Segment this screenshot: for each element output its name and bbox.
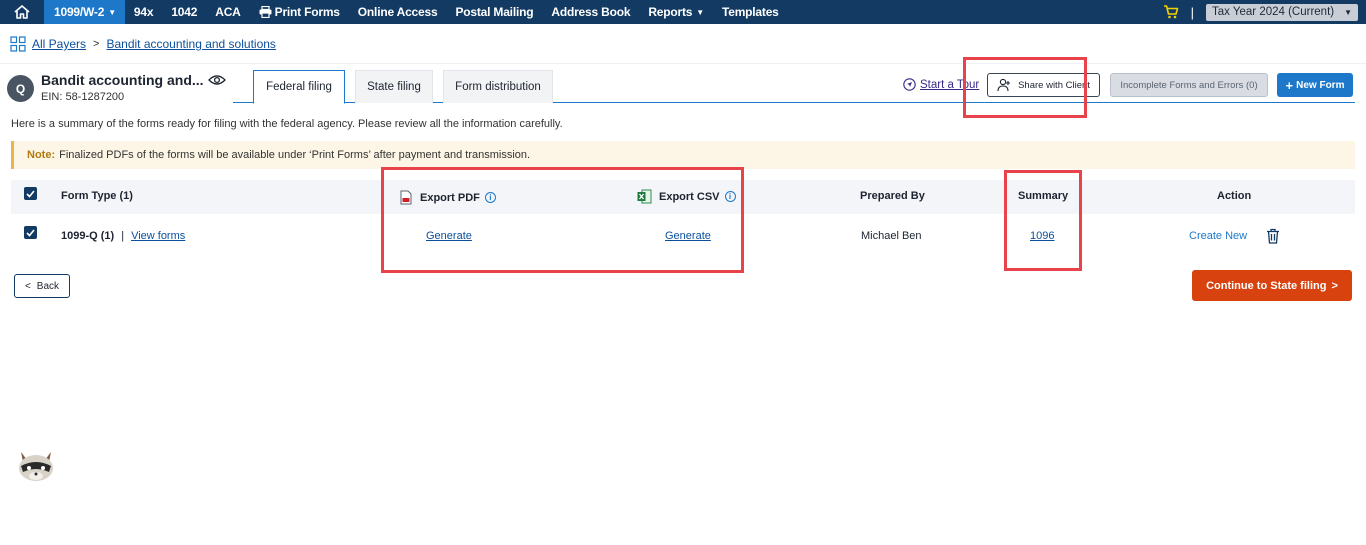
check-icon (26, 228, 35, 237)
chevron-down-icon: ▼ (696, 7, 704, 17)
nav-separator: | (1190, 4, 1194, 20)
mascot-raccoon-icon[interactable] (16, 444, 56, 484)
nav-94x[interactable]: 94x (125, 0, 162, 24)
chevron-left-icon: < (24, 280, 31, 292)
payer-ein: EIN: 58-1287200 (41, 91, 125, 103)
select-all-checkbox[interactable] (24, 187, 37, 200)
cart-icon[interactable] (1163, 5, 1179, 19)
breadcrumb-all-payers[interactable]: All Payers (32, 37, 86, 51)
nav-1042[interactable]: 1042 (162, 0, 206, 24)
new-form-button[interactable]: + New Form (1277, 73, 1353, 97)
note-banner: Note: Finalized PDFs of the forms will b… (11, 141, 1355, 169)
top-navigation: 1099/W-2 ▼ 94x 1042 ACA Print Forms Onlin… (0, 0, 1366, 24)
chevron-down-icon: ▼ (1344, 7, 1352, 17)
trash-icon[interactable] (1266, 228, 1280, 244)
nav-print-forms[interactable]: Print Forms (250, 0, 349, 24)
continue-state-filing-button[interactable]: Continue to State filing > (1192, 270, 1352, 301)
view-forms-link[interactable]: View forms (131, 230, 185, 242)
row-divider: | (121, 230, 125, 242)
eye-icon[interactable] (208, 73, 226, 87)
excel-icon (637, 189, 652, 204)
back-button[interactable]: < Back (14, 274, 70, 298)
printer-icon (259, 6, 272, 18)
chevron-right-icon: > (1331, 279, 1338, 292)
plus-icon: + (1285, 77, 1294, 93)
note-text: Finalized PDFs of the forms will be avai… (59, 149, 531, 161)
nav-online-access[interactable]: Online Access (349, 0, 447, 24)
tab-form-distribution[interactable]: Form distribution (443, 70, 553, 103)
summary-description: Here is a summary of the forms ready for… (11, 118, 563, 130)
payer-name: Bandit accounting and... (41, 72, 204, 88)
create-new-link[interactable]: Create New (1189, 230, 1247, 242)
summary-1096-link[interactable]: 1096 (1030, 230, 1054, 242)
table-row: 1099-Q (1) | View forms (61, 230, 185, 242)
pdf-icon (400, 190, 412, 205)
nav-templates[interactable]: Templates (713, 0, 788, 24)
form-type-value: 1099-Q (1) (61, 230, 115, 242)
start-tour-link[interactable]: Start a Tour (903, 78, 979, 91)
chevron-down-icon: ▼ (108, 7, 116, 17)
note-label: Note: (27, 149, 56, 161)
tab-federal-filing[interactable]: Federal filing (253, 70, 345, 104)
check-icon (26, 189, 35, 198)
incomplete-forms-button[interactable]: Incomplete Forms and Errors (0) (1110, 73, 1268, 97)
chevron-right-icon: > (93, 38, 100, 50)
navigation-icon (903, 78, 916, 91)
header-prepared-by: Prepared By (860, 190, 925, 202)
nav-postal-mailing[interactable]: Postal Mailing (446, 0, 542, 24)
home-icon (14, 5, 30, 19)
nav-reports[interactable]: Reports ▼ (639, 0, 713, 24)
divider (0, 63, 1366, 64)
tab-state-filing[interactable]: State filing (355, 70, 433, 103)
generate-pdf-link[interactable]: Generate (426, 230, 472, 242)
users-icon (997, 78, 1011, 92)
header-export-pdf: Export PDF i (400, 190, 496, 205)
generate-csv-link[interactable]: Generate (665, 230, 711, 242)
grid-icon (10, 36, 26, 52)
header-export-csv: Export CSV i (637, 189, 736, 204)
tax-year-select[interactable]: Tax Year 2024 (Current) ▼ (1206, 3, 1358, 21)
share-with-client-button[interactable]: Share with Client (987, 73, 1100, 97)
header-summary: Summary (1018, 190, 1069, 202)
nav-aca[interactable]: ACA (206, 0, 249, 24)
home-button[interactable] (0, 0, 44, 24)
info-icon[interactable]: i (724, 191, 736, 202)
info-icon[interactable]: i (484, 192, 496, 203)
breadcrumb-payer[interactable]: Bandit accounting and solutions (106, 37, 275, 51)
header-action: Action (1217, 190, 1252, 202)
nav-1099-w2[interactable]: 1099/W-2 ▼ (44, 0, 125, 24)
prepared-by-value: Michael Ben (861, 230, 922, 242)
breadcrumb: All Payers > Bandit accounting and solut… (10, 36, 276, 52)
header-form-type: Form Type (1) (61, 190, 133, 202)
nav-address-book[interactable]: Address Book (542, 0, 639, 24)
row-checkbox[interactable] (24, 226, 37, 239)
avatar: Q (7, 75, 34, 102)
